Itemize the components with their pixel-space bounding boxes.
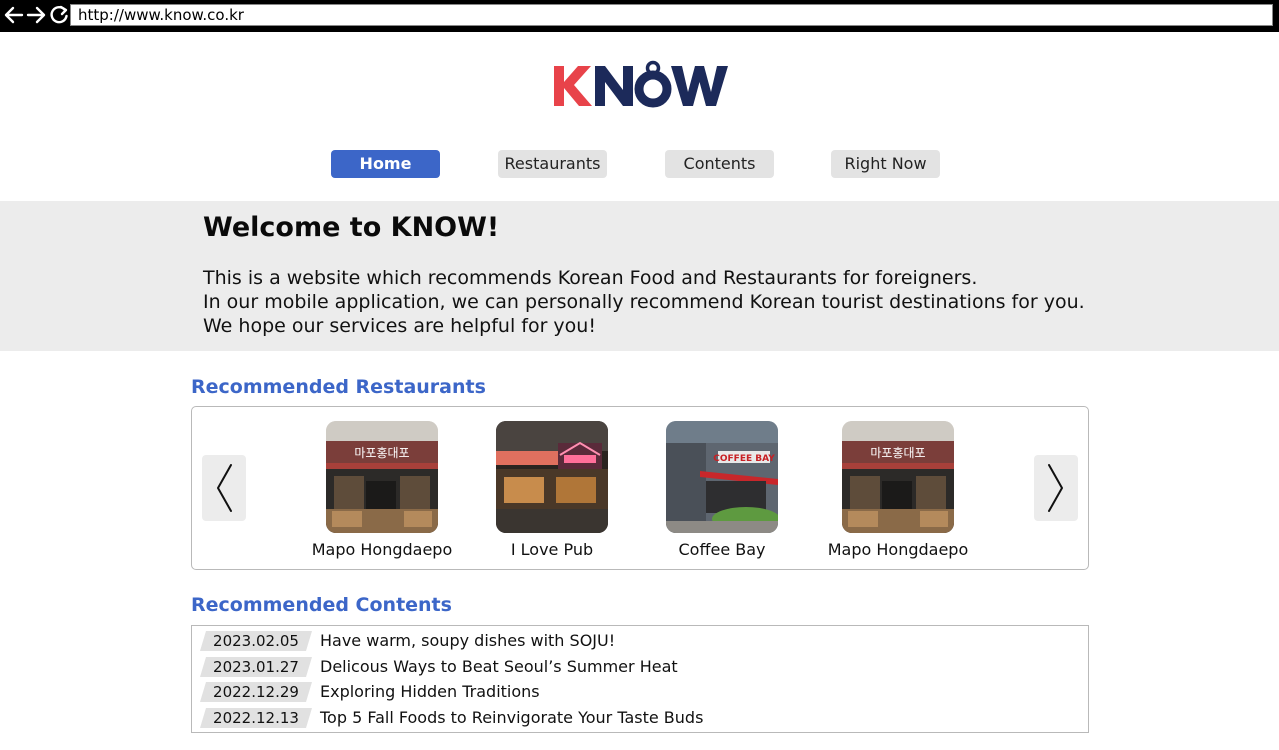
- svg-text:마포홍대포: 마포홍대포: [870, 446, 925, 460]
- restaurant-carousel: 마포홍대포 Mapo Hongdaepo I Love Pub COFFEE B…: [191, 406, 1089, 570]
- content-item[interactable]: 2023.02.05 Have warm, soupy dishes with …: [200, 629, 1080, 651]
- nav-home-button[interactable]: Home: [331, 150, 440, 178]
- content-date: 2022.12.13: [200, 708, 312, 728]
- carousel-prev-button[interactable]: [202, 455, 246, 521]
- restaurant-photo[interactable]: 마포홍대포: [326, 421, 438, 533]
- restaurant-name[interactable]: Mapo Hongdaepo: [302, 540, 462, 559]
- chevron-left-icon: [217, 464, 232, 512]
- content-date: 2023.01.27: [200, 657, 312, 677]
- browser-toolbar: http://www.know.co.kr: [0, 0, 1279, 32]
- recommended-restaurants-heading: Recommended Restaurants: [191, 376, 486, 398]
- content-date: 2022.12.29: [200, 682, 312, 702]
- restaurant-card[interactable]: I Love Pub: [472, 421, 632, 561]
- content-item[interactable]: 2022.12.29 Exploring Hidden Traditions: [200, 680, 1080, 702]
- contents-list: 2023.02.05 Have warm, soupy dishes with …: [191, 625, 1089, 733]
- restaurant-card[interactable]: COFFEE BAY Coffee Bay: [642, 421, 802, 561]
- nav-contents-button[interactable]: Contents: [665, 150, 774, 178]
- restaurant-photo[interactable]: COFFEE BAY: [666, 421, 778, 533]
- svg-text:마포홍대포: 마포홍대포: [354, 446, 409, 460]
- content-item[interactable]: 2022.12.13 Top 5 Fall Foods to Reinvigor…: [200, 706, 1080, 728]
- restaurant-card[interactable]: 마포홍대포 Mapo Hongdaepo: [818, 421, 978, 561]
- chevron-right-icon: [1048, 464, 1063, 512]
- forward-arrow-icon[interactable]: [25, 4, 47, 26]
- welcome-text-line: This is a website which recommends Korea…: [203, 267, 978, 289]
- carousel-next-button[interactable]: [1034, 455, 1078, 521]
- back-arrow-icon[interactable]: [3, 4, 25, 26]
- restaurant-photo[interactable]: [496, 421, 608, 533]
- content-title-link[interactable]: Top 5 Fall Foods to Reinvigorate Your Ta…: [320, 707, 703, 729]
- restaurant-name[interactable]: I Love Pub: [472, 540, 632, 559]
- url-input[interactable]: http://www.know.co.kr: [70, 4, 1273, 26]
- know-logo[interactable]: [550, 58, 730, 112]
- nav-right-now-button[interactable]: Right Now: [831, 150, 940, 178]
- restaurant-photo[interactable]: 마포홍대포: [842, 421, 954, 533]
- reload-icon[interactable]: [48, 4, 70, 26]
- content-date: 2023.02.05: [200, 631, 312, 651]
- content-item[interactable]: 2023.01.27 Delicous Ways to Beat Seoul’s…: [200, 655, 1080, 677]
- content-title-link[interactable]: Exploring Hidden Traditions: [320, 681, 540, 703]
- welcome-text-line: In our mobile application, we can person…: [203, 291, 1085, 313]
- restaurant-name[interactable]: Coffee Bay: [642, 540, 802, 559]
- svg-text:COFFEE BAY: COFFEE BAY: [713, 454, 775, 464]
- restaurant-card[interactable]: 마포홍대포 Mapo Hongdaepo: [302, 421, 462, 561]
- restaurant-name[interactable]: Mapo Hongdaepo: [818, 540, 978, 559]
- content-title-link[interactable]: Delicous Ways to Beat Seoul’s Summer Hea…: [320, 656, 678, 678]
- welcome-title: Welcome to KNOW!: [203, 212, 500, 243]
- content-title-link[interactable]: Have warm, soupy dishes with SOJU!: [320, 630, 615, 652]
- nav-restaurants-button[interactable]: Restaurants: [498, 150, 607, 178]
- recommended-contents-heading: Recommended Contents: [191, 594, 452, 616]
- welcome-text-line: We hope our services are helpful for you…: [203, 315, 596, 337]
